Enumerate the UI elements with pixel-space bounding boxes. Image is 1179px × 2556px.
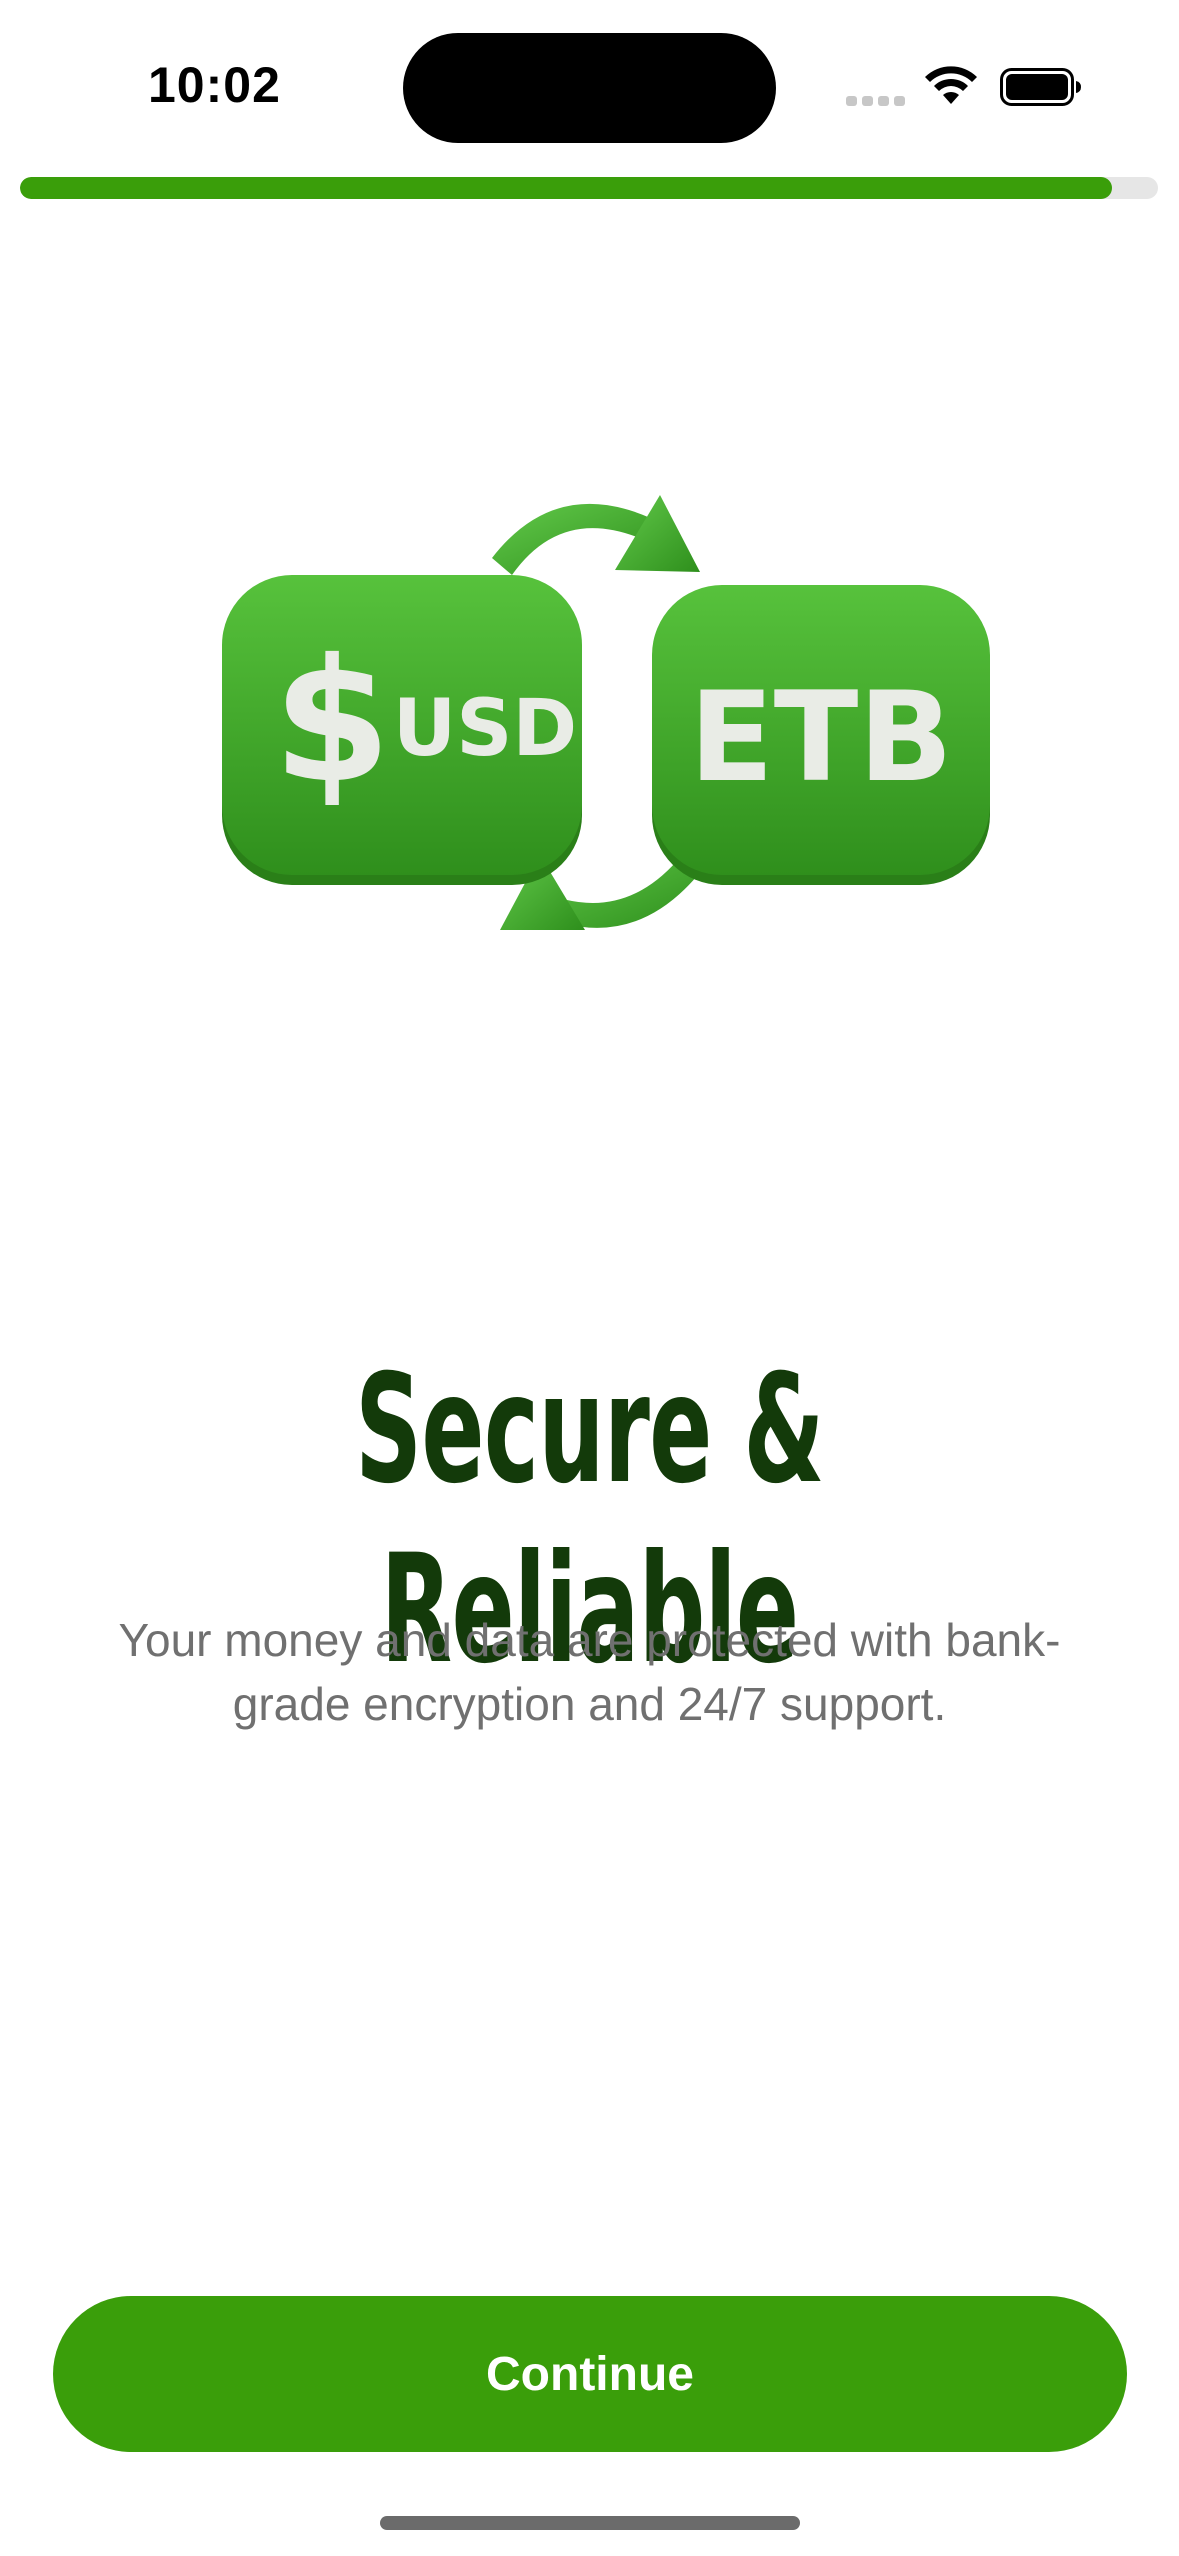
onboarding-description-line-2: grade encryption and 24/7 support. — [232, 1678, 947, 1730]
usd-currency-code: USD — [393, 684, 577, 774]
dynamic-island — [403, 33, 776, 143]
continue-button[interactable]: Continue — [53, 2296, 1127, 2452]
onboarding-progress-bar — [20, 177, 1158, 199]
etb-card: ETB — [652, 585, 990, 885]
usd-card: $ USD — [222, 575, 582, 885]
cellular-signal-icon — [846, 96, 906, 106]
usd-currency-symbol: $ — [273, 623, 391, 821]
onboarding-description: Your money and data are protected with b… — [60, 1608, 1119, 1736]
exchange-arrow-top-icon — [492, 495, 700, 575]
status-time: 10:02 — [148, 57, 281, 113]
battery-icon — [1000, 68, 1081, 106]
currency-exchange-illustration: $ USD ETB — [222, 495, 990, 930]
onboarding-progress-fill — [20, 177, 1113, 199]
etb-currency-code: ETB — [689, 666, 953, 810]
home-indicator[interactable] — [380, 2516, 800, 2530]
wifi-icon — [925, 66, 977, 104]
onboarding-description-line-1: Your money and data are protected with b… — [118, 1614, 1061, 1666]
